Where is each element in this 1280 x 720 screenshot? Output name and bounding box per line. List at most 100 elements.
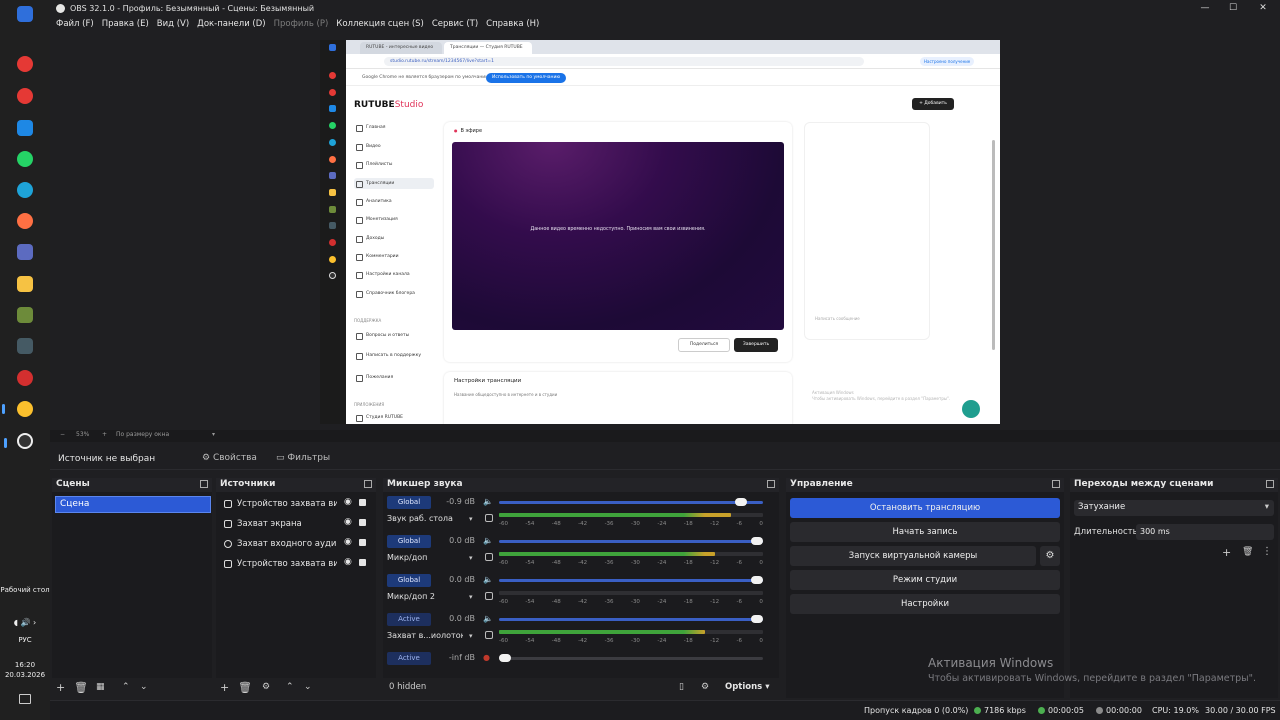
source-properties-icon[interactable]: ⚙ [262,682,270,692]
clock-time[interactable]: 16:20 [0,661,50,670]
add-transition-icon[interactable]: + [1222,546,1231,559]
dock-float-icon[interactable] [1052,480,1060,488]
volume-slider[interactable] [499,654,763,662]
dock-float-icon[interactable] [364,480,372,488]
speaker-icon[interactable]: 🔈 [483,575,493,584]
scene-item[interactable]: Сцена [55,496,211,513]
menu-docks[interactable]: Док-панели (D) [197,19,265,29]
menu-file[interactable]: Файл (F) [56,19,94,29]
start-virtual-camera-button[interactable]: Запуск виртуальной камеры [790,546,1036,566]
duration-spinbox[interactable]: 300 ms [1136,524,1274,540]
visibility-eye-icon[interactable]: ◉ [344,557,352,567]
menu-help[interactable]: Справка (H) [486,19,539,29]
chevron-down-icon[interactable]: ▾ [469,554,473,562]
edge-icon[interactable] [17,182,33,198]
start-menu-icon[interactable] [17,6,33,22]
channel-settings-icon[interactable] [485,592,493,600]
visibility-eye-icon[interactable]: ◉ [344,517,352,527]
opera-icon[interactable] [17,370,33,386]
close-button[interactable]: ✕ [1248,0,1278,16]
menu-scene-collection[interactable]: Коллекция сцен (S) [336,19,424,29]
notifications-icon[interactable] [19,694,31,704]
maximize-button[interactable]: ☐ [1218,0,1248,16]
dock-float-icon[interactable] [1266,480,1274,488]
clock-date[interactable]: 20.03.2026 [0,671,50,680]
channel-badge[interactable]: Active [387,613,431,626]
virtual-camera-settings-icon[interactable]: ⚙ [1040,546,1060,566]
chevron-down-icon[interactable]: ▾ [212,431,215,438]
scene-filters-icon[interactable]: ▦ [96,682,105,692]
yandex-icon[interactable] [17,56,33,72]
volume-slider[interactable] [499,537,763,545]
source-row[interactable]: Устройство захвата видео ◉ [220,497,370,513]
channel-badge[interactable]: Global [387,496,431,509]
speaker-icon[interactable]: 🔈 [483,536,493,545]
transition-select[interactable]: Затухание [1074,500,1274,516]
mixer-settings-icon[interactable]: ⚙ [701,682,709,692]
chevron-down-icon[interactable]: ▾ [469,632,473,640]
language-indicator[interactable]: РУС [0,636,50,645]
remove-source-icon[interactable]: 🗑 [238,681,252,694]
app-purple-icon[interactable] [17,244,33,260]
volume-slider[interactable] [499,498,763,506]
channel-badge[interactable]: Global [387,535,431,548]
volume-slider-handle[interactable] [751,576,763,584]
menu-profile[interactable]: Профиль (P) [274,19,329,29]
tray-icons[interactable]: ◖ 🔊 › [0,618,50,627]
menu-edit[interactable]: Правка (E) [102,19,149,29]
dock-float-icon[interactable] [767,480,775,488]
app-colorful-icon[interactable] [17,213,33,229]
source-row[interactable]: Устройство захвата видео ◉ [220,557,370,573]
remove-transition-icon[interactable]: 🗑 [1242,547,1253,557]
source-row[interactable]: Захват экрана ◉ [220,517,370,533]
filters-button[interactable]: ▭ Фильтры [276,453,330,463]
chrome-icon[interactable] [2,401,33,417]
yandex-browser-icon[interactable] [17,88,33,104]
menu-tools[interactable]: Сервис (T) [432,19,478,29]
obs-icon[interactable] [4,433,33,449]
muted-speaker-icon[interactable]: ● [483,653,490,662]
volume-slider[interactable] [499,615,763,623]
channel-badge[interactable]: Active [387,652,431,665]
mixer-layout-icon[interactable]: ▯ [679,682,684,692]
lock-icon[interactable] [359,559,366,566]
lock-icon[interactable] [359,499,366,506]
game-shield-icon[interactable] [17,338,33,354]
speaker-icon[interactable]: 🔈 [483,497,493,506]
app-blue-icon[interactable] [17,120,33,136]
stop-streaming-button[interactable]: Остановить трансляцию [790,498,1060,518]
file-explorer-icon[interactable] [17,276,33,292]
zoom-out-icon[interactable]: − [60,431,65,438]
speaker-icon[interactable]: 🔈 [483,614,493,623]
minecraft-icon[interactable] [17,307,33,323]
add-source-icon[interactable]: + [220,681,229,694]
mixer-options-button[interactable]: Options ▾ [725,682,769,692]
transition-menu-icon[interactable]: ⋮ [1262,546,1272,557]
remove-scene-icon[interactable]: 🗑 [74,681,88,694]
volume-slider-handle[interactable] [735,498,748,506]
studio-mode-button[interactable]: Режим студии [790,570,1060,590]
menu-view[interactable]: Вид (V) [157,19,189,29]
preview-canvas[interactable]: RUTUBE - интересные видео Трансляции — С… [320,40,1000,424]
move-up-icon[interactable]: ⌃ [286,682,294,692]
settings-button[interactable]: Настройки [790,594,1060,614]
start-recording-button[interactable]: Начать запись [790,522,1060,542]
minimize-button[interactable]: — [1190,0,1220,16]
scale-mode-select[interactable]: По размеру окна [116,431,169,438]
lock-icon[interactable] [359,539,366,546]
volume-slider[interactable] [499,576,763,584]
dock-float-icon[interactable] [200,480,208,488]
add-scene-icon[interactable]: + [56,681,65,694]
volume-slider-handle[interactable] [499,654,511,662]
lock-icon[interactable] [359,519,366,526]
channel-settings-icon[interactable] [485,631,493,639]
visibility-eye-icon[interactable]: ◉ [344,497,352,507]
desktop-label[interactable]: Рабочий стол [0,586,50,595]
whatsapp-icon[interactable] [17,151,33,167]
channel-settings-icon[interactable] [485,553,493,561]
volume-slider-handle[interactable] [751,537,763,545]
channel-settings-icon[interactable] [485,514,493,522]
chevron-down-icon[interactable]: ▾ [469,593,473,601]
chevron-down-icon[interactable]: ▾ [469,515,473,523]
zoom-in-icon[interactable]: + [102,431,107,438]
